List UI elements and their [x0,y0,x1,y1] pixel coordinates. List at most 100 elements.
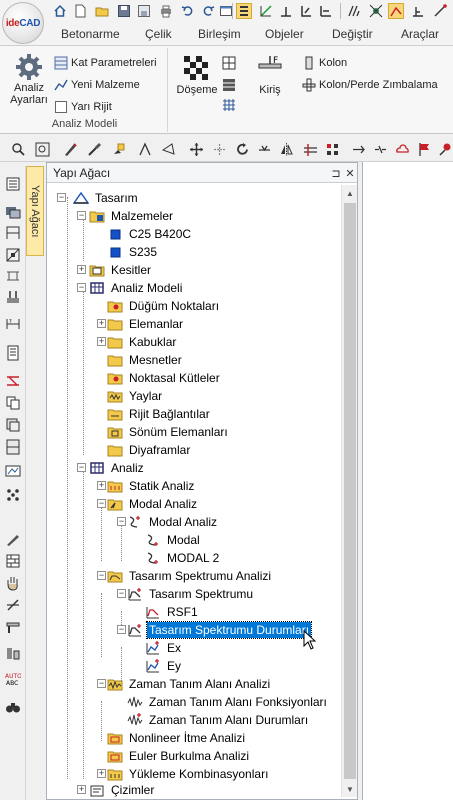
tab-araclar[interactable]: Araçlar [401,27,439,41]
rotate-icon[interactable] [234,141,251,158]
tree-node-kesitler[interactable]: + Kesitler [77,261,153,279]
save-icon[interactable] [116,3,132,19]
gallery-icon[interactable] [4,462,22,480]
tree-node-ztf[interactable]: Zaman Tanım Alanı Fonksiyonları [127,693,329,711]
zoom-window-icon[interactable] [34,141,51,158]
undo-icon[interactable] [180,3,196,19]
tree-node-tasarim[interactable]: − Tasarım [57,189,140,207]
tab-degistir[interactable]: Değiştir [332,27,373,41]
tab-birlesim[interactable]: Birleşim [198,27,241,41]
elevation-icon[interactable] [4,644,22,662]
slash-icon[interactable] [4,596,22,614]
properties-icon[interactable] [4,175,22,193]
hand-icon[interactable] [4,574,22,592]
expand-toggle[interactable]: + [77,265,86,274]
print-icon[interactable] [158,3,174,19]
doseme-option-3-button[interactable] [222,96,236,114]
kolon-perde-zimbalama-button[interactable]: Kolon/Perde Zımbalama [302,76,438,94]
tree-node-kabuklar[interactable]: + Kabuklar [97,333,178,351]
binoculars-icon[interactable] [4,698,22,716]
angle-icon[interactable] [137,141,154,158]
tree-node-ey[interactable]: Ey [145,657,183,675]
collapse-toggle[interactable]: − [77,463,86,472]
doseme-option-2-button[interactable] [222,76,236,94]
collapse-toggle[interactable]: − [77,283,86,292]
snap-icon[interactable] [258,3,274,19]
beam-tool-icon[interactable] [4,618,22,636]
tree-node-ts[interactable]: − Tasarım Spektrumu [117,585,255,603]
expand-toggle[interactable]: + [97,319,106,328]
tab-betonarme[interactable]: Betonarme [61,27,120,41]
app-logo[interactable]: ideCAD [2,2,44,44]
axis-icon[interactable] [4,246,22,264]
tree-node-sonum[interactable]: Sönüm Elemanları [107,423,230,441]
perpendicular-icon[interactable] [410,3,426,19]
tree-node-noktasal[interactable]: Noktasal Kütleler [107,369,222,387]
tracking-icon[interactable] [388,3,404,19]
tree-node-elemanlar[interactable]: + Elemanlar [97,315,185,333]
lasso-icon[interactable] [160,141,177,158]
align-icon[interactable] [298,3,314,19]
collapse-toggle[interactable]: − [57,193,66,202]
tree-node-tsa[interactable]: − Tasarım Spektrumu Analizi [97,567,273,585]
tree-node-diyafram[interactable]: Diyaframlar [107,441,192,459]
grid-icon[interactable] [346,3,362,19]
tree-node-ex[interactable]: Ex [145,639,183,657]
collapse-toggle[interactable]: − [117,589,126,598]
copy-icon[interactable] [4,394,22,412]
brush-icon[interactable] [86,141,103,158]
yari-rijit-checkbox[interactable]: Yarı Rijit [54,98,112,116]
side-tab-yapi-agaci[interactable]: Yapı Ağacı [26,166,44,256]
auto-abc-icon[interactable]: AUTO ABC [4,670,22,688]
tree-node-analiz[interactable]: − Analiz [77,459,146,477]
cloud-icon[interactable] [394,141,411,158]
extend-icon[interactable] [350,141,367,158]
kiris-button[interactable]: F Kiriş [250,54,290,96]
tree-node-cizimler[interactable]: + Çizimler [77,781,156,797]
tree-node-tsd[interactable]: − Tasarım Spektrumu Durumları [117,621,313,639]
scroll-thumb[interactable] [344,203,356,779]
new-file-icon[interactable] [72,3,88,19]
copy-move-icon[interactable] [211,141,228,158]
flag-icon[interactable] [416,141,433,158]
tree-node-malzemeler[interactable]: − Malzemeler [77,207,175,225]
analiz-ayarlari-button[interactable]: Analiz Ayarları [6,52,52,106]
doseme-option-1-button[interactable] [222,54,236,72]
tree-view[interactable]: − Tasarım − Malzemeler C25 B420C S235 + … [47,185,339,797]
report-icon[interactable] [4,344,22,362]
offset-icon[interactable] [256,141,273,158]
zoom-icon[interactable] [10,141,27,158]
tree-node-modal[interactable]: Modal [145,531,202,549]
trim-icon[interactable] [302,141,319,158]
doseme-button[interactable]: Döşeme [176,54,218,96]
layers-panel-icon[interactable] [4,203,22,221]
cabinet-icon[interactable] [4,438,22,456]
tab-celik[interactable]: Çelik [145,27,172,41]
tree-scrollbar[interactable]: ▲ ▼ [341,185,357,797]
tree-node-yaylar[interactable]: Yaylar [107,387,164,405]
tree-node-modal-analiz[interactable]: − Modal Analiz [97,495,199,513]
pencil-icon[interactable] [4,530,22,548]
tree-node-s235[interactable]: S235 [107,243,159,261]
scroll-down-arrow-icon[interactable]: ▼ [342,781,358,797]
ortho-icon[interactable] [278,3,294,19]
layers-icon[interactable] [236,3,252,19]
collapse-toggle[interactable]: − [77,211,86,220]
tab-objeler[interactable]: Objeler [265,27,304,41]
expand-toggle[interactable]: + [97,769,106,778]
tree-node-zta[interactable]: − Zaman Tanım Alanı Analizi [97,675,272,693]
scroll-up-arrow-icon[interactable]: ▲ [342,185,358,201]
structure-icon[interactable] [4,224,22,242]
tree-node-euler[interactable]: Euler Burkulma Analizi [107,747,251,765]
break-icon[interactable] [372,141,389,158]
tree-node-analiz-modeli[interactable]: − Analiz Modeli [77,279,184,297]
marker-icon[interactable] [110,141,127,158]
wall-icon[interactable] [4,552,22,570]
frame-icon[interactable] [4,266,22,284]
collapse-toggle[interactable]: − [97,571,106,580]
node-icon[interactable] [368,3,384,19]
collapse-toggle[interactable]: − [117,517,126,526]
endpoint-icon[interactable] [432,3,448,19]
pin-icon[interactable] [436,141,453,158]
mirror-icon[interactable] [278,141,295,158]
